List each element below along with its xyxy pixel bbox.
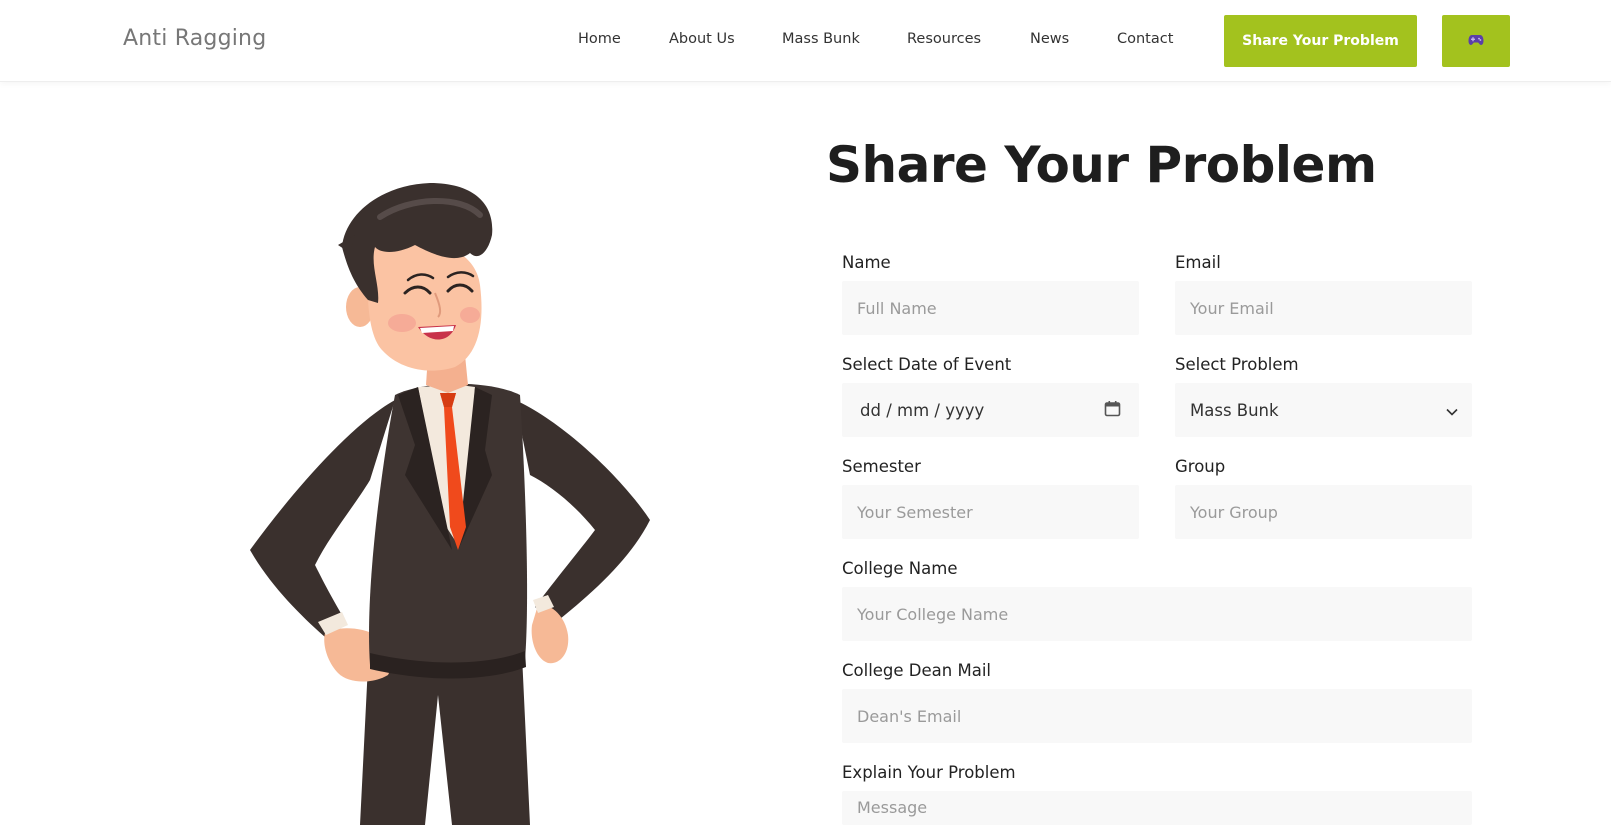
college-name-label: College Name (842, 559, 958, 578)
date-value: dd / mm / yyyy (860, 400, 985, 420)
email-input[interactable] (1175, 281, 1472, 335)
nav-link-mass-bunk[interactable]: Mass Bunk (782, 31, 860, 47)
date-input[interactable]: dd / mm / yyyy (842, 383, 1139, 437)
problem-selected-value: Mass Bunk (1190, 400, 1279, 420)
name-label: Name (842, 253, 891, 272)
email-label: Email (1175, 253, 1221, 272)
nav-link-contact[interactable]: Contact (1117, 31, 1173, 47)
date-label: Select Date of Event (842, 355, 1012, 374)
dean-mail-input[interactable] (842, 689, 1472, 743)
brand-logo[interactable]: Anti Ragging (123, 26, 266, 51)
semester-label: Semester (842, 457, 921, 476)
group-label: Group (1175, 457, 1226, 476)
game-button[interactable] (1442, 15, 1510, 67)
college-name-input[interactable] (842, 587, 1472, 641)
share-your-problem-button[interactable]: Share Your Problem (1224, 15, 1417, 67)
explain-problem-label: Explain Your Problem (842, 763, 1016, 782)
group-input[interactable] (1175, 485, 1472, 539)
businessman-illustration (230, 175, 670, 825)
nav-link-home[interactable]: Home (578, 31, 621, 47)
dean-mail-label: College Dean Mail (842, 661, 991, 680)
problem-label: Select Problem (1175, 355, 1299, 374)
nav-link-news[interactable]: News (1030, 31, 1069, 47)
nav-link-resources[interactable]: Resources (907, 31, 981, 47)
calendar-icon[interactable] (1104, 400, 1121, 421)
problem-select[interactable]: Mass Bunk (1175, 383, 1472, 437)
gamepad-icon (1468, 34, 1484, 49)
nav-link-about-us[interactable]: About Us (669, 31, 735, 47)
name-input[interactable] (842, 281, 1139, 335)
top-navbar: Anti Ragging Home About Us Mass Bunk Res… (0, 0, 1611, 82)
message-textarea[interactable] (842, 791, 1472, 825)
chevron-down-icon (1446, 401, 1458, 420)
semester-input[interactable] (842, 485, 1139, 539)
page-title: Share Your Problem (826, 136, 1377, 194)
